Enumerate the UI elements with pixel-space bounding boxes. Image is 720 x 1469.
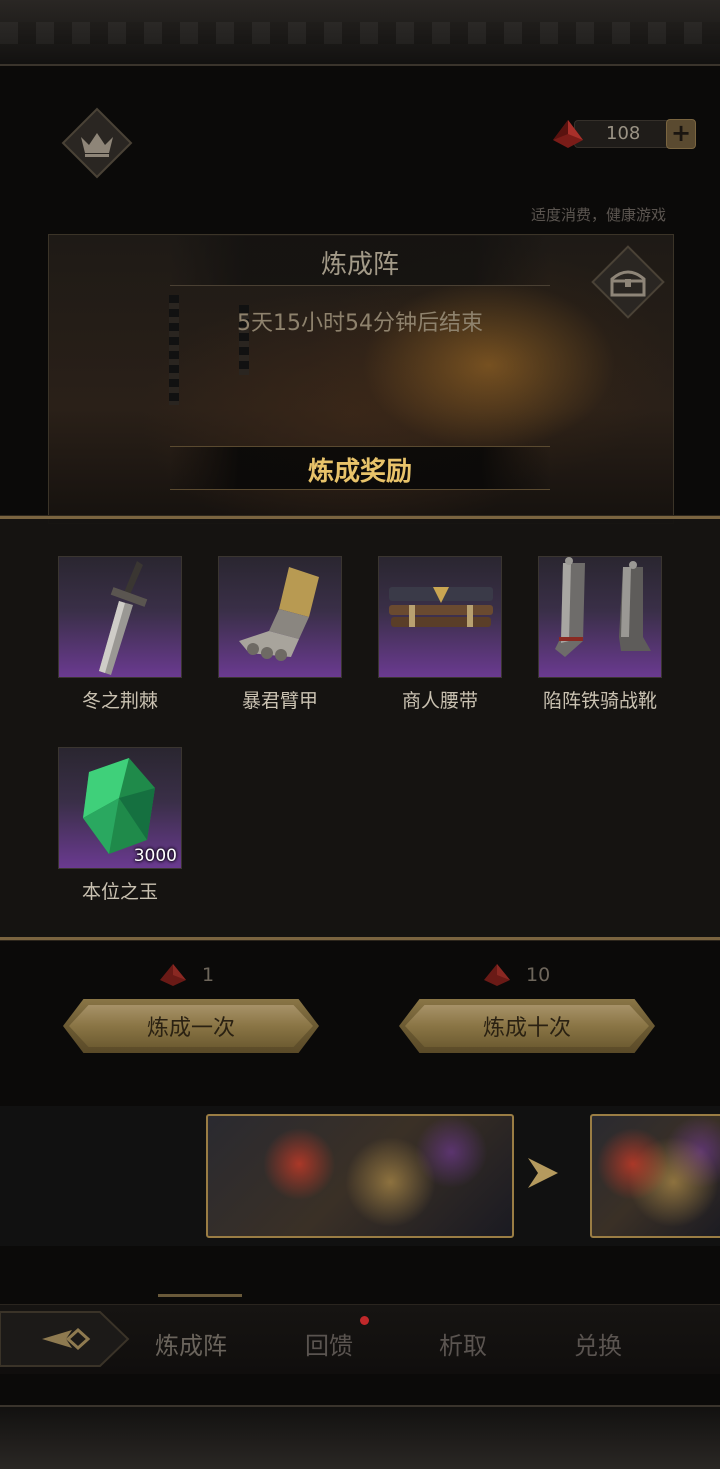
reward-item[interactable]: 暴君臂甲 bbox=[217, 556, 343, 713]
draw-ten-label: 炼成十次 bbox=[482, 1016, 571, 1041]
back-button[interactable] bbox=[0, 1308, 130, 1370]
notification-dot bbox=[360, 1316, 369, 1325]
banner-card[interactable] bbox=[206, 1114, 514, 1238]
crown-button[interactable] bbox=[61, 107, 133, 179]
ten-draw-cost: 10 bbox=[482, 963, 550, 987]
reward-title: 炼成奖励 bbox=[307, 457, 412, 487]
reward-item[interactable]: 冬之荆棘 bbox=[57, 556, 183, 713]
tab-feedback[interactable]: 回馈 bbox=[305, 1326, 353, 1361]
item-tile[interactable] bbox=[58, 556, 182, 678]
treasure-chest-icon bbox=[610, 270, 646, 297]
health-notice: 适度消费，健康游戏 bbox=[530, 206, 666, 224]
draw-once-button[interactable]: 炼成一次 bbox=[63, 999, 319, 1053]
item-tile[interactable] bbox=[218, 556, 342, 678]
gauntlet-icon bbox=[239, 567, 319, 661]
draw-ten-button[interactable]: 炼成十次 bbox=[399, 999, 655, 1053]
item-name: 冬之荆棘 bbox=[81, 690, 158, 712]
red-gem-icon bbox=[484, 964, 510, 986]
item-name: 暴君臂甲 bbox=[241, 690, 318, 712]
boots-icon bbox=[555, 557, 651, 657]
banner-carousel[interactable] bbox=[0, 1106, 720, 1246]
single-cost-value: 1 bbox=[202, 964, 215, 986]
chest-button[interactable] bbox=[591, 245, 665, 319]
item-quantity: 3000 bbox=[133, 846, 177, 866]
crown-icon bbox=[81, 133, 113, 157]
tab-exchange[interactable]: 兑换 bbox=[574, 1326, 622, 1361]
belt-icon bbox=[389, 587, 493, 627]
top-frame bbox=[0, 0, 720, 66]
item-tile[interactable]: 3000 bbox=[58, 747, 182, 869]
add-currency-button[interactable]: + bbox=[666, 119, 696, 149]
tab-indicator bbox=[158, 1294, 242, 1297]
red-gem-icon bbox=[553, 120, 583, 148]
item-name: 商人腰带 bbox=[401, 690, 478, 712]
tab-extract[interactable]: 析取 bbox=[439, 1326, 487, 1361]
reward-item[interactable]: 商人腰带 bbox=[377, 556, 503, 713]
single-draw-cost: 1 bbox=[158, 963, 214, 987]
chevron-right-icon[interactable] bbox=[524, 1156, 560, 1190]
reward-item[interactable]: 3000 本位之玉 bbox=[57, 747, 183, 904]
item-tile[interactable] bbox=[378, 556, 502, 678]
draw-once-label: 炼成一次 bbox=[146, 1016, 235, 1041]
currency-display: 108 + bbox=[548, 116, 698, 152]
banner-card[interactable] bbox=[590, 1114, 720, 1238]
ten-cost-value: 10 bbox=[526, 964, 551, 986]
item-name: 陷阵铁骑战靴 bbox=[542, 690, 657, 712]
greatsword-icon bbox=[99, 561, 148, 675]
item-name: 本位之玉 bbox=[81, 881, 158, 903]
item-tile[interactable] bbox=[538, 556, 662, 678]
currency-amount: 108 bbox=[606, 123, 641, 144]
red-gem-icon bbox=[160, 964, 186, 986]
tab-alchemy[interactable]: 炼成阵 bbox=[155, 1326, 227, 1361]
reward-item[interactable]: 陷阵铁骑战靴 bbox=[537, 556, 663, 713]
bottom-frame bbox=[0, 1405, 720, 1469]
